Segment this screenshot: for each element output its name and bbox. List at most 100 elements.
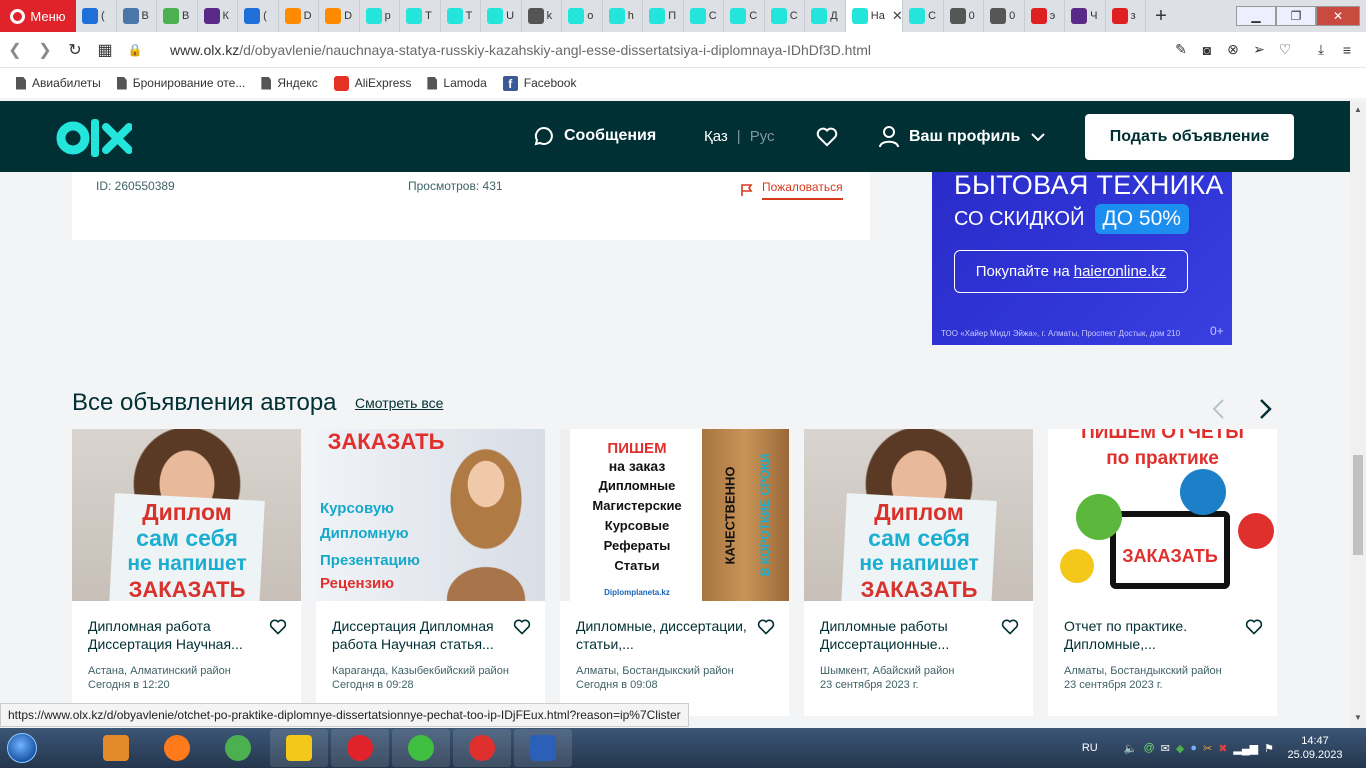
- browser-tab[interactable]: D: [319, 0, 360, 32]
- browser-tab[interactable]: U: [481, 0, 522, 32]
- maximize-button[interactable]: ❐: [1276, 6, 1316, 26]
- taskbar-app-button[interactable]: [514, 729, 572, 767]
- edit-icon[interactable]: ✎: [1168, 41, 1194, 58]
- scroll-thumb[interactable]: [1353, 455, 1363, 555]
- browser-tab[interactable]: Т: [400, 0, 441, 32]
- reload-icon[interactable]: ↻: [60, 40, 90, 60]
- haier-ad-banner[interactable]: БЫТОВАЯ ТЕХНИКА СО СКИДКОЙ ДО 50% Покупа…: [932, 172, 1232, 345]
- speed-dial-icon[interactable]: ▦: [90, 40, 120, 60]
- favorite-heart-icon[interactable]: [1245, 619, 1263, 635]
- send-icon[interactable]: ➢: [1246, 41, 1272, 58]
- url-field[interactable]: www.olx.kz/d/obyavlenie/nauchnaya-statya…: [170, 42, 1168, 58]
- forward-icon[interactable]: ❯: [30, 40, 60, 60]
- opera-menu-button[interactable]: Меню: [0, 0, 76, 32]
- carousel-prev-icon[interactable]: [1210, 398, 1228, 420]
- browser-tab[interactable]: р: [360, 0, 401, 32]
- bookmark-item[interactable]: AliExpress: [333, 75, 411, 91]
- start-button[interactable]: [0, 728, 44, 768]
- ad-card[interactable]: ПИШЕМ ОТЧЕТЫ по практике ЗАКАЗАТЬ Отчет по …: [1048, 429, 1277, 716]
- browser-tab[interactable]: В: [117, 0, 158, 32]
- ad-card-title[interactable]: Отчет по практике. Дипломные,...: [1064, 617, 1236, 653]
- volume-icon[interactable]: 🔈: [1124, 742, 1138, 755]
- ad-card[interactable]: Диплом сам себя не напишет ЗАКАЗАТЬ Дипломны…: [804, 429, 1033, 716]
- taskbar-app-button[interactable]: [453, 729, 511, 767]
- olx-logo[interactable]: [56, 119, 132, 157]
- browser-tab[interactable]: D: [279, 0, 320, 32]
- favorite-heart-icon[interactable]: [513, 619, 531, 635]
- bookmark-item[interactable]: Авиабилеты: [16, 76, 101, 90]
- taskbar-clock[interactable]: 14:47 25.09.2023: [1280, 734, 1350, 762]
- messages-link[interactable]: Сообщения: [534, 126, 656, 146]
- taskbar-app-button[interactable]: [87, 729, 145, 767]
- input-language[interactable]: RU: [1082, 742, 1098, 754]
- close-window-button[interactable]: ✕: [1316, 6, 1360, 26]
- browser-tab[interactable]: С: [684, 0, 725, 32]
- ad-card-image[interactable]: Диплом сам себя не напишет ЗАКАЗАТЬ: [72, 429, 301, 601]
- lang-ru[interactable]: Рус: [750, 128, 775, 145]
- agent-tray-icon[interactable]: @: [1143, 742, 1154, 754]
- browser-tab[interactable]: Ч: [1065, 0, 1106, 32]
- report-link[interactable]: Пожаловаться: [740, 180, 843, 200]
- favorite-heart-icon[interactable]: [757, 619, 775, 635]
- browser-tab[interactable]: (: [76, 0, 117, 32]
- taskbar-app-button[interactable]: [392, 729, 450, 767]
- browser-tab[interactable]: П: [643, 0, 684, 32]
- favorite-heart-icon[interactable]: [269, 619, 287, 635]
- ad-card-image[interactable]: ЗАКАЗАТЬ Курсовую Дипломную Презентацию Реце…: [316, 429, 545, 601]
- see-all-link[interactable]: Смотреть все: [355, 395, 443, 411]
- download-icon[interactable]: ⤓: [1308, 41, 1334, 58]
- taskbar-app-button[interactable]: [270, 729, 328, 767]
- browser-tab[interactable]: С: [765, 0, 806, 32]
- ad-card-title[interactable]: Дипломные работы Диссертационные...: [820, 617, 992, 653]
- heart-icon[interactable]: ♡: [1272, 41, 1298, 58]
- taskbar-app-button[interactable]: [331, 729, 389, 767]
- browser-tab[interactable]: k: [522, 0, 563, 32]
- pin-tray-icon[interactable]: ●: [1190, 742, 1197, 754]
- post-ad-button[interactable]: Подать объявление: [1085, 114, 1294, 160]
- browser-tab[interactable]: С: [724, 0, 765, 32]
- lang-kz[interactable]: Қаз: [704, 128, 728, 145]
- browser-tab[interactable]: С: [903, 0, 944, 32]
- ad-card-image[interactable]: ПИШЕМ ОТЧЕТЫ по практике ЗАКАЗАТЬ: [1048, 429, 1277, 601]
- browser-tab[interactable]: о: [562, 0, 603, 32]
- shield-tray-icon[interactable]: ◆: [1176, 742, 1184, 755]
- menu-lines-icon[interactable]: ≡: [1334, 42, 1360, 58]
- bookmark-item[interactable]: Бронирование оте...: [116, 76, 245, 90]
- bookmark-item[interactable]: f Facebook: [502, 75, 576, 91]
- favorite-heart-icon[interactable]: [1001, 619, 1019, 635]
- flag-tray-icon[interactable]: ⚑: [1264, 742, 1274, 755]
- favorites-heart-icon[interactable]: [816, 127, 838, 147]
- ad-card-title[interactable]: Диссертация Дипломная работа Научная ста…: [332, 617, 504, 653]
- browser-tab[interactable]: Т: [441, 0, 482, 32]
- browser-tab[interactable]: 0: [984, 0, 1025, 32]
- network-warning-icon[interactable]: ✖: [1218, 742, 1227, 755]
- page-scrollbar[interactable]: ▲ ▼: [1350, 101, 1366, 728]
- ad-card-title[interactable]: Дипломные, диссертации, статьи,...: [576, 617, 748, 653]
- taskbar-app-button[interactable]: [209, 729, 267, 767]
- scroll-down-icon[interactable]: ▼: [1354, 713, 1362, 722]
- banner-cta-button[interactable]: Покупайте на haieronline.kz: [954, 250, 1188, 293]
- adblock-icon[interactable]: ⊗: [1220, 41, 1246, 58]
- bookmark-item[interactable]: Яндекс: [261, 76, 318, 90]
- browser-tab[interactable]: 0: [944, 0, 985, 32]
- profile-menu[interactable]: Ваш профиль: [879, 126, 1046, 148]
- ad-card[interactable]: Диплом сам себя не напишет ЗАКАЗАТЬ Дипломна…: [72, 429, 301, 716]
- mail-tray-icon[interactable]: ✉: [1161, 742, 1170, 755]
- ad-card[interactable]: ПИШЕМ на заказ Дипломные Магистерские Курсов…: [560, 429, 789, 716]
- ad-card-image[interactable]: ПИШЕМ на заказ Дипломные Магистерские Курсов…: [560, 429, 789, 601]
- carousel-next-icon[interactable]: [1256, 398, 1274, 420]
- close-tab-icon[interactable]: ✕: [892, 8, 902, 24]
- taskbar-app-button[interactable]: [148, 729, 206, 767]
- browser-tab[interactable]: К: [198, 0, 239, 32]
- ad-card[interactable]: ЗАКАЗАТЬ Курсовую Дипломную Презентацию Реце…: [316, 429, 545, 716]
- browser-tab[interactable]: з: [1106, 0, 1146, 32]
- browser-tab[interactable]: На ✕: [845, 0, 904, 32]
- browser-tab[interactable]: (: [238, 0, 279, 32]
- lock-icon[interactable]: 🔒: [120, 43, 150, 57]
- ad-card-title[interactable]: Дипломная работа Диссертация Научная...: [88, 617, 260, 653]
- back-icon[interactable]: ❮: [0, 40, 30, 60]
- minimize-button[interactable]: ▁: [1236, 6, 1276, 26]
- camera-icon[interactable]: ◙: [1194, 42, 1220, 58]
- new-tab-button[interactable]: +: [1146, 0, 1176, 32]
- browser-tab[interactable]: h: [603, 0, 644, 32]
